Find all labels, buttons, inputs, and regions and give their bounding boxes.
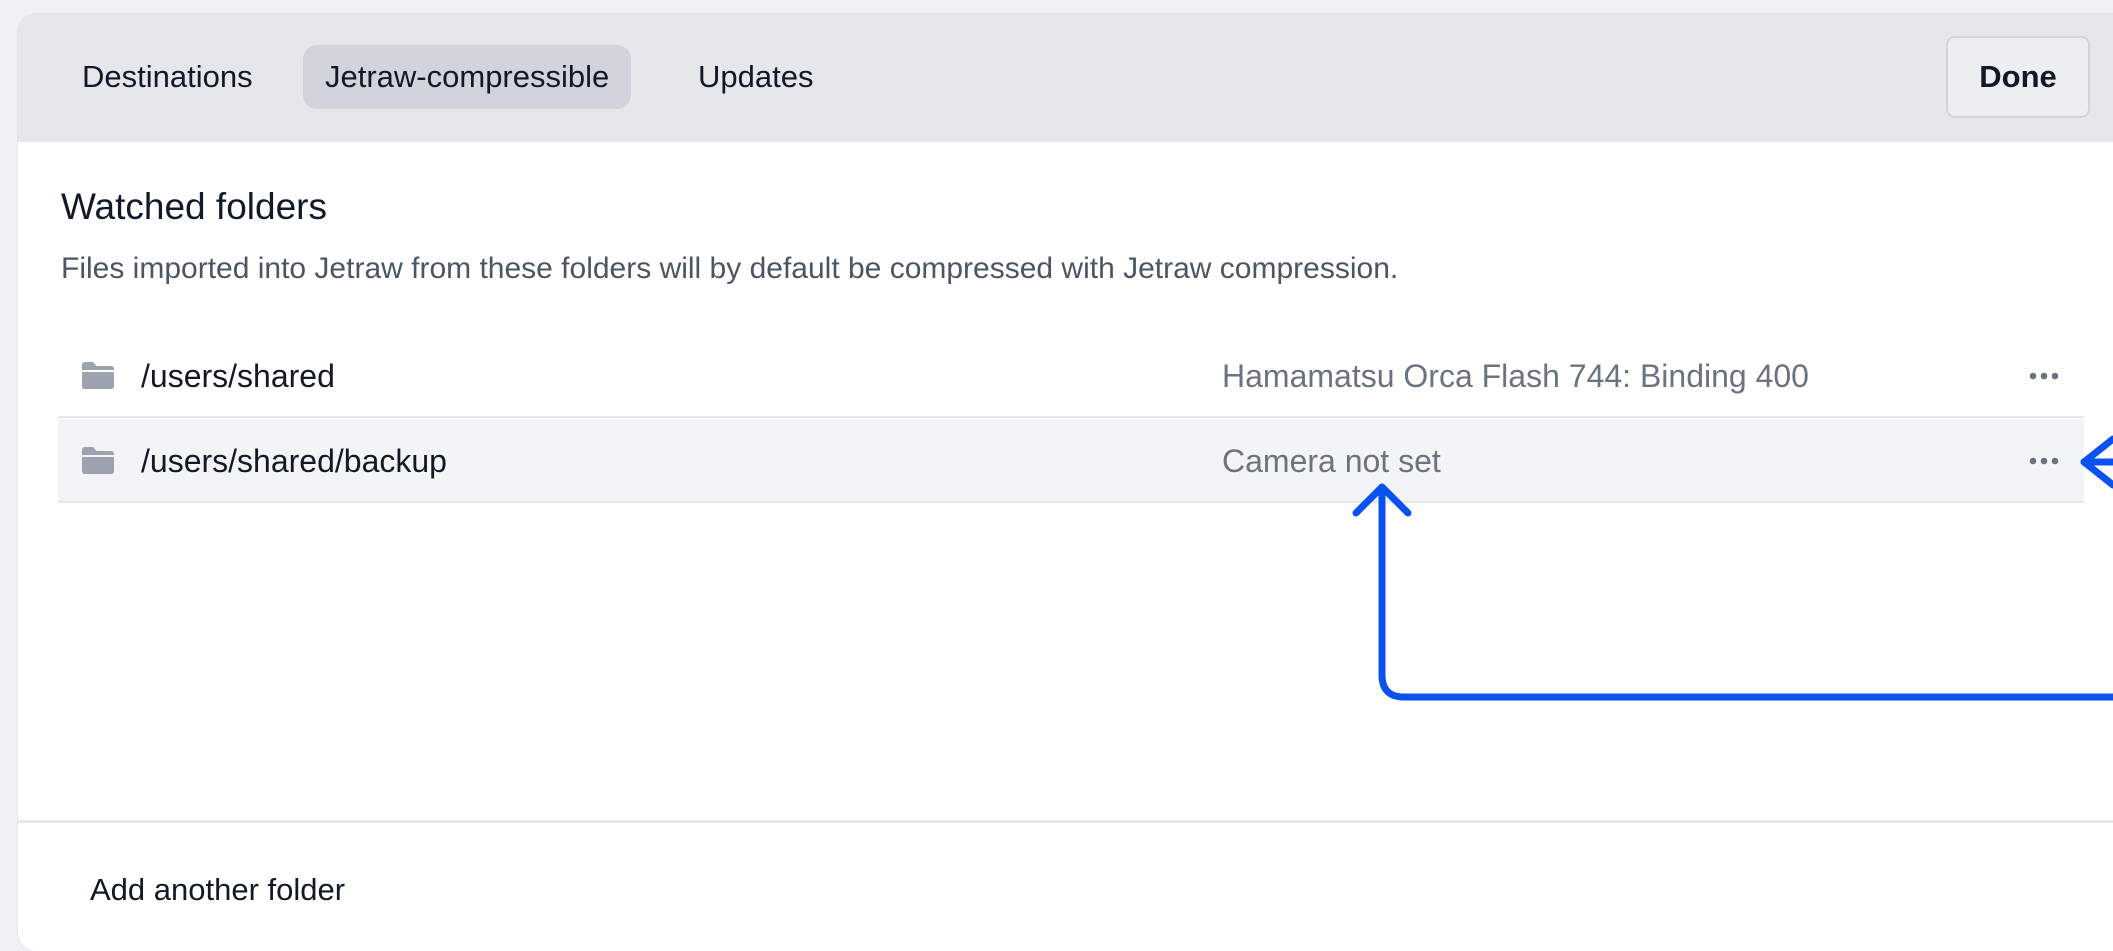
footer-divider — [18, 820, 2113, 823]
tab-jetraw-compressible[interactable]: Jetraw-compressible — [303, 45, 632, 109]
folder-row-shared[interactable]: /users/shared Hamamatsu Orca Flash 744: … — [58, 334, 2084, 418]
section-description: Files imported into Jetraw from these fo… — [61, 252, 1399, 285]
done-button[interactable]: Done — [1946, 36, 2090, 118]
section-title: Watched folders — [61, 186, 327, 227]
folder-row-backup[interactable]: /users/shared/backup Camera not set — [58, 419, 2084, 503]
folder-camera: Camera not set — [1222, 443, 1441, 479]
folder-path: /users/shared/backup — [141, 443, 447, 479]
settings-dialog: Destinations Jetraw-compressible Updates… — [18, 14, 2113, 951]
folder-camera: Hamamatsu Orca Flash 744: Binding 400 — [1222, 358, 1809, 394]
tab-updates[interactable]: Updates — [698, 45, 813, 109]
folder-icon — [82, 447, 114, 474]
add-folder-button[interactable]: Add another folder — [90, 872, 345, 908]
more-horizontal-icon[interactable] — [2026, 362, 2062, 390]
tab-destinations[interactable]: Destinations — [82, 45, 253, 109]
more-horizontal-icon[interactable] — [2026, 447, 2062, 475]
folder-path: /users/shared — [141, 358, 335, 394]
folder-icon — [82, 362, 114, 389]
tab-bar: Destinations Jetraw-compressible Updates… — [18, 14, 2113, 142]
